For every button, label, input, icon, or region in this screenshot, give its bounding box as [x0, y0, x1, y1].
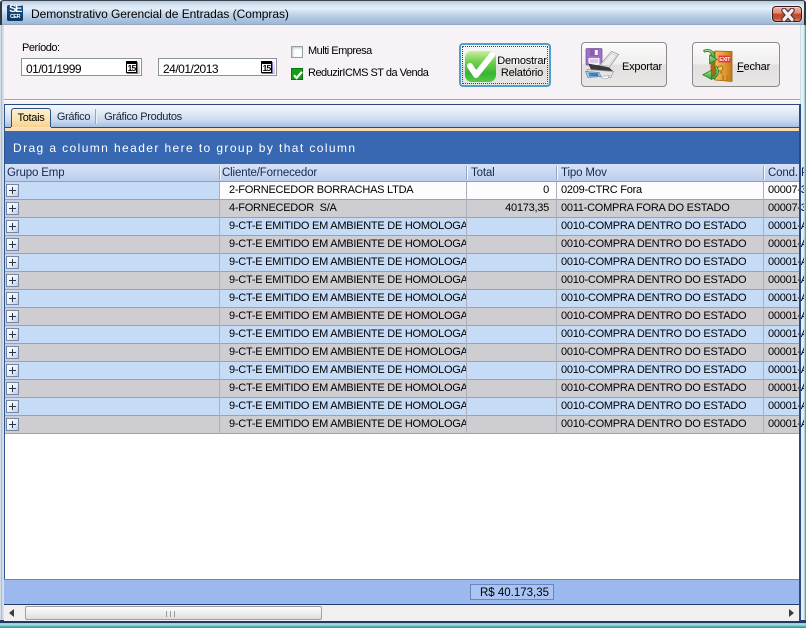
svg-text:EXIT: EXIT — [719, 57, 731, 63]
